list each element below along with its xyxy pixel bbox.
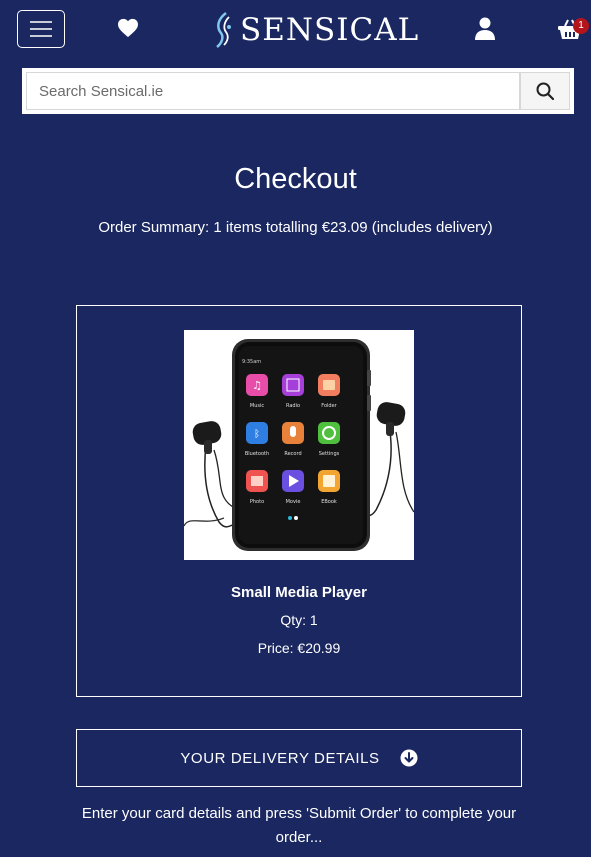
app-label: Radio	[286, 403, 300, 409]
media-player-image: 9:35am ♫ Music Radio Folder ᛒ Bluetooth …	[184, 339, 414, 551]
screen-time: 9:35am	[242, 359, 261, 365]
app-label: Folder	[321, 403, 337, 409]
page-title: Checkout	[234, 163, 357, 195]
app-label: Record	[284, 451, 301, 457]
basket-count-badge: 1	[573, 18, 589, 34]
app-label: EBook	[321, 499, 337, 505]
app-label: Settings	[319, 451, 340, 457]
app-label: Music	[250, 403, 264, 409]
search-icon	[536, 82, 554, 100]
search-input[interactable]	[26, 72, 520, 110]
sensical-logo-icon	[216, 12, 231, 48]
payment-instruction: Enter your card details and press 'Submi…	[81, 805, 517, 846]
user-icon	[475, 17, 495, 40]
product-price: Price: €20.99	[257, 640, 341, 656]
menu-toggle-button[interactable]	[17, 10, 65, 48]
order-summary: Order Summary: 1 items totalling €23.09 …	[98, 219, 493, 236]
product-name: Small Media Player	[231, 584, 367, 601]
svg-text:ᛒ: ᛒ	[254, 429, 260, 440]
app-label: Movie	[286, 499, 301, 505]
heart-icon	[118, 18, 138, 38]
top-navbar: SENSICAL 1	[0, 0, 591, 64]
search-bar	[22, 68, 574, 114]
hamburger-icon	[30, 21, 52, 37]
app-label: Bluetooth	[245, 451, 269, 457]
product-quantity: Qty: 1	[280, 612, 318, 628]
app-label: Photo	[250, 499, 264, 505]
svg-text:♫: ♫	[252, 379, 262, 392]
product-image[interactable]: 9:35am ♫ Music Radio Folder ᛒ Bluetooth …	[184, 330, 414, 560]
chevron-down-circle-icon	[400, 749, 418, 767]
brand-logo[interactable]: SENSICAL	[212, 10, 419, 50]
brand-name: SENSICAL	[240, 12, 420, 48]
delivery-details-toggle[interactable]: YOUR DELIVERY DETAILS	[76, 729, 522, 787]
wishlist-button[interactable]	[117, 18, 139, 40]
order-item-card: 9:35am ♫ Music Radio Folder ᛒ Bluetooth …	[76, 305, 522, 697]
delivery-details-label: YOUR DELIVERY DETAILS	[180, 749, 380, 767]
account-button[interactable]	[474, 17, 496, 41]
search-button[interactable]	[520, 72, 570, 110]
